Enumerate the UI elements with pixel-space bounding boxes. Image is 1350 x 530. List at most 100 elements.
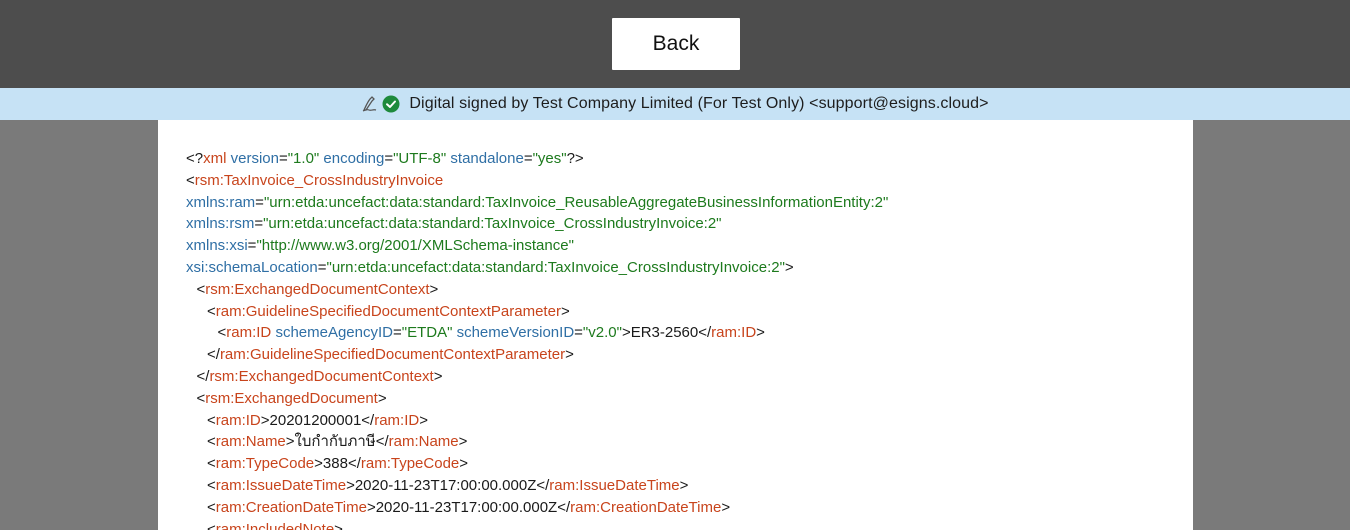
xml-attribute: xmlns:rsm <box>186 215 255 233</box>
xml-attribute: schemeAgencyID <box>275 324 393 342</box>
xml-text: ?> <box>566 150 584 167</box>
xml-value: "http://www.w3.org/2001/XMLSchema-instan… <box>256 237 574 255</box>
xml-line: <ram:Name>ใบกำกับภาษี</ram:Name> <box>186 431 888 453</box>
xml-text: > <box>560 302 570 320</box>
xml-text: >ER3-2560</ <box>621 324 712 342</box>
xml-tag: rsm:TaxInvoice_CrossIndustryInvoice <box>194 171 444 189</box>
xml-line: <ram:ID>20201200001</ram:ID> <box>186 410 888 432</box>
xml-value: "v2.0" <box>582 324 622 342</box>
back-button[interactable]: Back <box>612 18 740 70</box>
xml-line: <ram:IssueDateTime>2020-11-23T17:00:00.0… <box>186 475 888 497</box>
xml-text: > <box>429 280 439 298</box>
xml-text: >20201200001</ <box>260 411 375 429</box>
signature-text: Digital signed by Test Company Limited (… <box>409 95 989 112</box>
xml-tag: ram:IncludedNote <box>215 520 335 530</box>
xml-content: <?xml version="1.0" encoding="UTF-8" sta… <box>186 148 888 530</box>
xml-attribute: version <box>230 150 279 167</box>
xml-text: < <box>207 433 216 451</box>
xml-tag: ram:TypeCode <box>215 455 315 473</box>
xml-text: <? <box>186 150 204 167</box>
xml-text: = <box>255 193 264 211</box>
xml-line: <ram:IncludedNote> <box>186 519 888 530</box>
xml-text: = <box>574 324 583 342</box>
xml-line: <ram:CreationDateTime>2020-11-23T17:00:0… <box>186 497 888 519</box>
xml-text: > <box>679 476 689 494</box>
xml-text: > <box>784 258 794 276</box>
xml-text: = <box>523 150 533 167</box>
xml-text: < <box>217 324 227 342</box>
xml-tag: ram:IssueDateTime <box>215 476 347 494</box>
xml-tag: ram:ID <box>374 411 420 429</box>
xml-attribute: schemeVersionID <box>456 324 575 342</box>
xml-text: > <box>433 367 443 385</box>
xml-text: > <box>459 455 469 473</box>
xml-value: "ETDA" <box>401 324 453 342</box>
xml-tag: ram:TypeCode <box>360 455 460 473</box>
xml-text: = <box>393 324 402 342</box>
xml-line: <rsm:ExchangedDocumentContext> <box>186 279 888 301</box>
xml-text: = <box>317 258 327 276</box>
xml-text: = <box>278 150 288 167</box>
xml-text: > <box>458 433 468 451</box>
xml-value: "1.0" <box>287 150 320 167</box>
xml-line: <rsm:ExchangedDocument> <box>186 388 888 410</box>
xml-attribute: standalone <box>450 150 524 167</box>
xml-value: "urn:etda:uncefact:data:standard:TaxInvo… <box>263 215 722 233</box>
xml-text: < <box>207 455 216 473</box>
xml-tag: ram:ID <box>711 324 757 342</box>
signature-pen-icon <box>361 95 379 113</box>
xml-text: < <box>186 171 195 189</box>
xml-tag: ram:Name <box>215 433 286 451</box>
check-circle-icon <box>382 95 400 113</box>
xml-text: < <box>207 498 216 516</box>
xml-text: >ใบกำกับภาษี</ <box>285 433 389 451</box>
xml-tag: ram:ID <box>215 411 261 429</box>
xml-line: </rsm:ExchangedDocumentContext> <box>186 366 888 388</box>
xml-tag: ram:IssueDateTime <box>549 476 680 494</box>
xml-tag: ram:Name <box>388 433 459 451</box>
xml-text: > <box>377 389 387 407</box>
xml-attribute: xmlns:xsi <box>186 237 248 255</box>
xml-line: xsi:schemaLocation="urn:etda:uncefact:da… <box>186 257 888 279</box>
xml-line: <ram:TypeCode>388</ram:TypeCode> <box>186 453 888 475</box>
xml-line: </ram:GuidelineSpecifiedDocumentContextP… <box>186 344 888 366</box>
xml-value: "UTF-8" <box>393 150 447 167</box>
xml-tag: ram:CreationDateTime <box>570 498 722 516</box>
xml-tag: ram:ID <box>226 324 272 342</box>
xml-tag: rsm:ExchangedDocument <box>205 389 378 407</box>
xml-text: > <box>721 498 731 516</box>
xml-line: xmlns:ram="urn:etda:uncefact:data:standa… <box>186 192 888 214</box>
xml-text: > <box>419 411 428 429</box>
xml-text: </ <box>207 346 220 364</box>
xml-value: "urn:etda:uncefact:data:standard:TaxInvo… <box>326 258 785 276</box>
xml-text: </ <box>196 367 210 385</box>
document-viewer[interactable]: <?xml version="1.0" encoding="UTF-8" sta… <box>158 120 1193 530</box>
xml-tag: ram:CreationDateTime <box>215 498 367 516</box>
xml-line: <ram:ID schemeAgencyID="ETDA" schemeVers… <box>186 322 888 344</box>
xml-line: <?xml version="1.0" encoding="UTF-8" sta… <box>186 148 888 170</box>
xml-attribute: xmlns:ram <box>186 193 256 211</box>
xml-text: > <box>565 346 574 364</box>
xml-attribute: encoding <box>323 150 385 167</box>
xml-tag: rsm:ExchangedDocumentContext <box>209 367 434 385</box>
xml-text: = <box>254 215 264 233</box>
xml-text: < <box>207 302 216 320</box>
xml-line: xmlns:rsm="urn:etda:uncefact:data:standa… <box>186 213 888 235</box>
xml-text: >2020-11-23T17:00:00.000Z</ <box>366 498 571 516</box>
top-toolbar: Back <box>0 0 1350 88</box>
xml-attribute: xsi:schemaLocation <box>186 258 318 276</box>
xml-text: < <box>207 476 216 494</box>
xml-tag: xml <box>203 150 227 167</box>
xml-text: > <box>756 324 765 342</box>
xml-text: < <box>196 389 206 407</box>
xml-line: <rsm:TaxInvoice_CrossIndustryInvoice <box>186 170 888 192</box>
xml-text: < <box>207 411 216 429</box>
xml-text: < <box>207 520 216 530</box>
xml-text: < <box>196 280 206 298</box>
xml-tag: ram:GuidelineSpecifiedDocumentContextPar… <box>215 302 561 320</box>
xml-text: >2020-11-23T17:00:00.000Z</ <box>346 476 550 494</box>
xml-tag: ram:GuidelineSpecifiedDocumentContextPar… <box>219 346 566 364</box>
xml-value: "yes" <box>532 150 567 167</box>
xml-text: > <box>334 520 343 530</box>
xml-line: <ram:GuidelineSpecifiedDocumentContextPa… <box>186 301 888 323</box>
